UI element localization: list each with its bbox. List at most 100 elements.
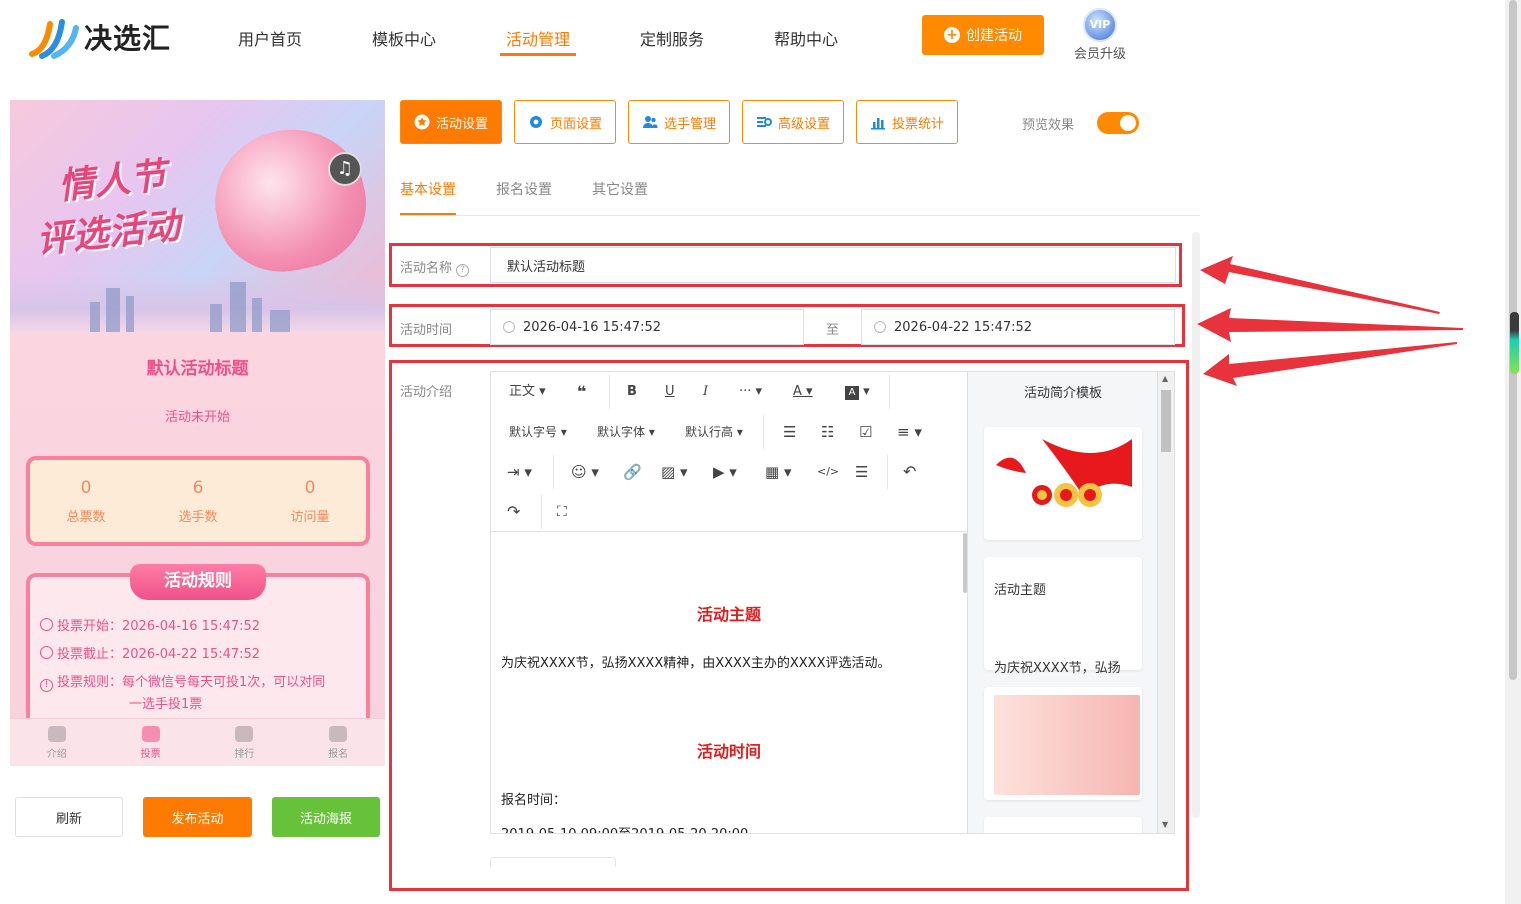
vip-upgrade[interactable]: VIP 会员升级 <box>1070 8 1130 62</box>
users-icon <box>642 116 658 128</box>
template-panel: 活动简介模板 活动主题 为庆祝XXXX节，弘扬 <box>968 371 1158 834</box>
tab-vote[interactable]: 投票 <box>121 725 181 760</box>
quote-icon[interactable]: ❝ <box>577 382 586 402</box>
code-icon[interactable]: </> <box>817 462 839 482</box>
bold-icon[interactable]: B <box>627 382 637 402</box>
template-thumbnail <box>996 439 1132 507</box>
link-icon[interactable]: 🔗 <box>623 462 642 482</box>
stat-total-votes: 0 总票数 <box>66 478 105 525</box>
redo-icon[interactable]: ↷ <box>507 502 520 522</box>
help-icon[interactable]: ? <box>456 264 470 277</box>
star-icon <box>414 114 430 130</box>
city-skyline <box>10 275 385 332</box>
nav-help-center[interactable]: 帮助中心 <box>774 26 838 50</box>
refresh-button[interactable]: 刷新 <box>15 797 123 837</box>
table-icon[interactable]: ▦ ▾ <box>765 462 791 482</box>
nav-custom-service[interactable]: 定制服务 <box>640 26 704 50</box>
preview-activity-status: 活动未开始 <box>164 410 230 425</box>
partial-input[interactable] <box>490 857 616 867</box>
tab-intro[interactable]: 介绍 <box>27 725 87 760</box>
line-height-select[interactable]: 默认行高 ▾ <box>685 422 743 442</box>
nav-user-home[interactable]: 用户首页 <box>238 26 302 50</box>
template-thumbnail <box>994 695 1140 795</box>
template-card-2[interactable]: 活动主题 为庆祝XXXX节，弘扬 <box>984 557 1142 676</box>
subtab-basic-settings[interactable]: 基本设置 <box>400 179 456 199</box>
font-family-select[interactable]: 默认字体 ▾ <box>597 422 655 442</box>
divider-icon[interactable]: ☰ <box>855 462 868 482</box>
create-activity-button[interactable]: + 创建活动 <box>922 15 1044 55</box>
activity-name-label: 活动名称 ? <box>400 257 470 277</box>
tab-label: 投票 <box>140 748 161 760</box>
tab-signup[interactable]: 报名 <box>308 725 368 760</box>
activity-name-input[interactable]: 默认活动标题 <box>490 247 1176 283</box>
italic-icon[interactable]: I <box>703 382 708 402</box>
editor-content[interactable]: 活动主题 为庆祝XXXX节，弘扬XXXX精神，由XXXX主办的XXXX评选活动。… <box>491 533 967 833</box>
subtab-signup-settings[interactable]: 报名设置 <box>496 179 552 199</box>
tab-vote-statistics[interactable]: 投票统计 <box>856 100 958 144</box>
stat-contestants: 6 选手数 <box>178 478 217 525</box>
nav-template-center[interactable]: 模板中心 <box>372 26 436 50</box>
template-panel-title: 活动简介模板 <box>1023 386 1102 401</box>
label-text: 活动名称 <box>400 261 453 276</box>
numbered-list-icon[interactable]: ☷ <box>821 422 834 442</box>
checkbox-list-icon[interactable]: ☑ <box>859 422 872 442</box>
emoji-icon[interactable]: ☺ ▾ <box>571 462 599 482</box>
bullet-list-icon[interactable]: ☰ <box>783 422 796 442</box>
tab-ranking[interactable]: 排行 <box>214 725 274 760</box>
activity-intro-label: 活动介绍 <box>400 385 453 400</box>
fullscreen-icon[interactable]: ⛶ <box>557 502 567 522</box>
content-heading-time: 活动时间 <box>696 742 761 761</box>
font-size-select[interactable]: 默认字号 ▾ <box>509 422 567 442</box>
editor-scrollbar[interactable] <box>963 533 967 593</box>
time-separator: 至 <box>826 323 840 338</box>
nav-activity-management[interactable]: 活动管理 <box>506 26 570 50</box>
font-color-icon[interactable]: A ▾ <box>793 382 813 402</box>
vip-badge-icon: VIP <box>1083 8 1117 42</box>
gear-icon <box>529 116 542 128</box>
banner-image: 情人节 评选活动 ♫ <box>10 100 385 332</box>
activity-poster-button[interactable]: 活动海报 <box>272 797 380 837</box>
image-icon[interactable]: ▨ ▾ <box>661 462 687 482</box>
window-scrollbar[interactable] <box>1505 0 1521 904</box>
sliders-icon <box>756 117 772 127</box>
clock-icon <box>874 321 886 333</box>
tab-activity-settings[interactable]: 活动设置 <box>400 100 502 144</box>
template-card-1[interactable] <box>984 427 1142 540</box>
indent-icon[interactable]: ⇥ ▾ <box>507 462 532 482</box>
mobile-preview: 情人节 评选活动 ♫ 默认活动标题 活动未开始 0 总票数 6 选手数 0 访问… <box>10 100 385 766</box>
logo[interactable]: 决选汇 <box>28 14 198 60</box>
template-scrollbar[interactable]: ▲ ▼ <box>1158 371 1175 834</box>
content-heading-theme: 活动主题 <box>696 605 761 624</box>
tab-label: 排行 <box>234 748 255 760</box>
content-paragraph: 报名时间： <box>501 793 567 808</box>
end-time-input[interactable]: 2026-04-22 15:47:52 <box>861 309 1175 345</box>
start-time-input[interactable]: 2026-04-16 15:47:52 <box>490 309 804 345</box>
tab-advanced-settings[interactable]: 高级设置 <box>742 100 844 144</box>
video-icon[interactable]: ▶ ▾ <box>713 462 737 482</box>
stat-label: 总票数 <box>66 509 106 525</box>
underline-icon[interactable]: U <box>665 382 675 402</box>
publish-activity-button[interactable]: 发布活动 <box>143 797 252 837</box>
preview-effect-label: 预览效果 <box>1022 118 1075 133</box>
undo-icon[interactable]: ↶ <box>903 462 916 482</box>
stat-value: 0 <box>80 477 92 498</box>
tab-page-settings[interactable]: 页面设置 <box>514 100 616 144</box>
template-card-4[interactable] <box>984 817 1142 833</box>
more-icon[interactable]: ··· ▾ <box>739 382 762 402</box>
preview-activity-title: 默认活动标题 <box>146 359 249 379</box>
paragraph-format-select[interactable]: 正文 ▾ <box>509 382 546 402</box>
background-color-icon[interactable]: A ▾ <box>845 382 870 402</box>
rich-text-editor: 正文 ▾ ❝ B U I ··· ▾ A ▾ A ▾ 默认字号 ▾ 默认字体 ▾… <box>490 371 968 834</box>
tb-label: A <box>793 384 802 399</box>
tab-contestant-management[interactable]: 选手管理 <box>628 100 730 144</box>
intro-icon <box>47 725 66 742</box>
align-icon[interactable]: ≡ ▾ <box>897 422 922 442</box>
template-card-3[interactable] <box>984 687 1142 800</box>
rule-vote-rule-cont: 一选手投1票 <box>129 697 203 712</box>
tab-label: 选手管理 <box>663 116 716 132</box>
subtab-other-settings[interactable]: 其它设置 <box>592 179 648 199</box>
template-card-title: 活动主题 <box>994 583 1047 598</box>
music-icon[interactable]: ♫ <box>328 152 362 186</box>
rule-text: 投票开始：2026-04-16 15:47:52 <box>57 619 261 634</box>
preview-effect-toggle[interactable] <box>1097 112 1139 134</box>
